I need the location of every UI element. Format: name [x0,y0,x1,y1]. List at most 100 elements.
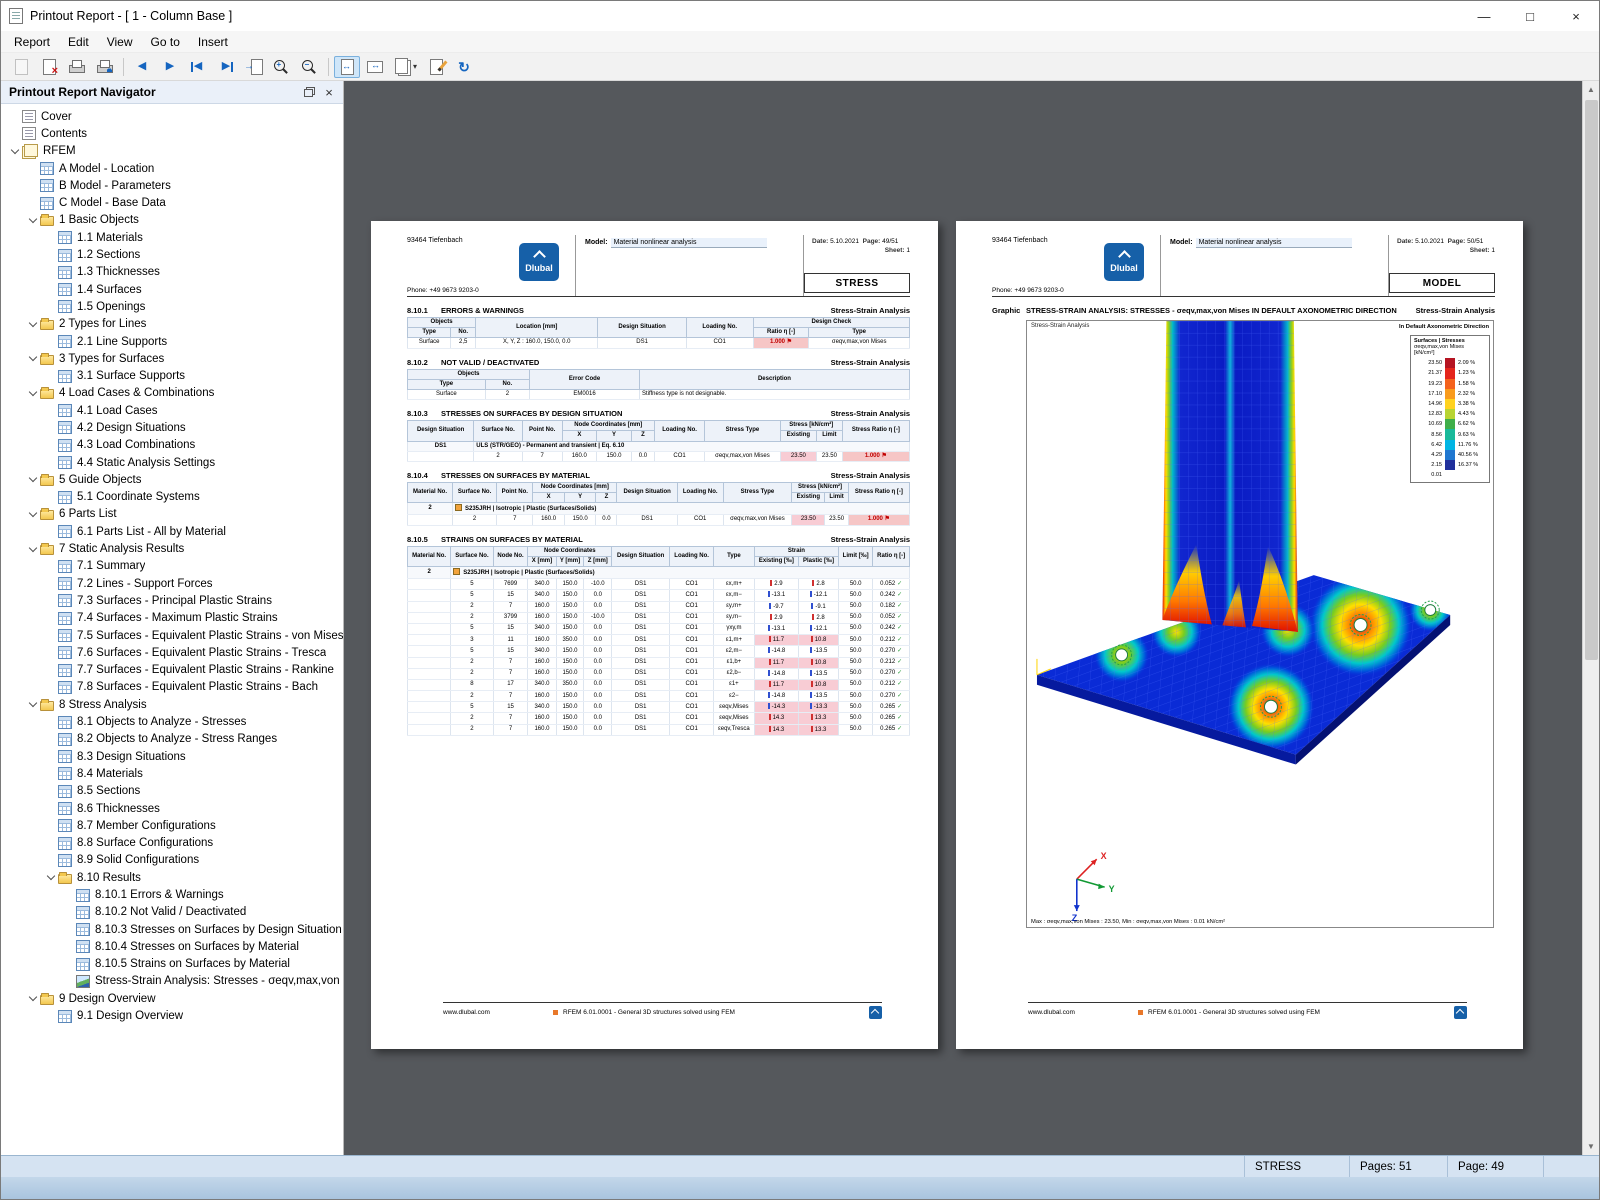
tree-item-not-valid-deactivated[interactable]: 8.10.2 Not Valid / Deactivated [1,904,343,921]
tree-item-parts-list-all[interactable]: 6.1 Parts List - All by Material [1,523,343,540]
page-view-button[interactable]: ▾ [390,56,421,78]
fit-page-button[interactable] [334,55,360,78]
tree-item-load-cases[interactable]: 4.1 Load Cases [1,402,343,419]
tree-item-design-overview[interactable]: 9 Design Overview [1,990,343,1007]
folder-icon [40,508,54,521]
first-page-button[interactable]: ◀ [185,56,211,78]
dropdown-caret[interactable]: ▾ [413,62,417,71]
expander-icon[interactable] [43,876,58,879]
tree-item-stresses-by-material[interactable]: 8.10.4 Stresses on Surfaces by Material [1,938,343,955]
minimize-button[interactable]: — [1461,1,1507,31]
edit-header-button[interactable] [423,56,449,78]
menu-goto[interactable]: Go to [142,33,189,51]
close-button[interactable]: × [1553,1,1599,31]
tree-item-sections-1-2[interactable]: 1.2 Sections [1,246,343,263]
menu-edit[interactable]: Edit [59,33,98,51]
tree-item-thicknesses-1-3[interactable]: 1.3 Thicknesses [1,264,343,281]
expander-icon[interactable] [25,219,40,222]
tree-item-a-model-location[interactable]: A Model - Location [1,160,343,177]
fit-width-button[interactable] [362,56,388,78]
tree-item-materials-8-4[interactable]: 8.4 Materials [1,765,343,782]
expander-icon[interactable] [25,548,40,551]
tree-item-stresses-by-design-situation[interactable]: 8.10.3 Stresses on Surfaces by Design Si… [1,921,343,938]
tree-item-static-analysis-results[interactable]: 7 Static Analysis Results [1,540,343,557]
tree-item-load-combinations[interactable]: 4.3 Load Combinations [1,437,343,454]
tree-item-eq-plastic-rankine[interactable]: 7.7 Surfaces - Equivalent Plastic Strain… [1,662,343,679]
tree-item-c-model-base-data[interactable]: C Model - Base Data [1,194,343,211]
tree-item-errors-warnings[interactable]: 8.10.1 Errors & Warnings [1,886,343,903]
previous-page-button[interactable]: ◀ [129,56,155,78]
tree-item-surface-supports[interactable]: 3.1 Surface Supports [1,367,343,384]
scroll-up-button[interactable]: ▲ [1583,81,1600,98]
menu-report[interactable]: Report [5,33,59,51]
table-icon [58,335,72,348]
tree-item-surfaces-1-4[interactable]: 1.4 Surfaces [1,281,343,298]
new-report-button[interactable] [8,56,34,78]
tree-item-surface-configurations[interactable]: 8.8 Surface Configurations [1,834,343,851]
last-page-button[interactable]: ▶ [213,56,239,78]
scroll-down-button[interactable]: ▼ [1583,1138,1600,1155]
zoom-in-button[interactable]: + [269,56,295,78]
tree-item-basic-objects[interactable]: 1 Basic Objects [1,212,343,229]
tree-item-openings[interactable]: 1.5 Openings [1,298,343,315]
tree-item-line-supports[interactable]: 2.1 Line Supports [1,333,343,350]
menu-view[interactable]: View [98,33,142,51]
expander-icon[interactable] [25,997,40,1000]
tree-item-design-situations-8-3[interactable]: 8.3 Design Situations [1,748,343,765]
tree-item-results[interactable]: 8.10 Results [1,869,343,886]
tree-item-strains-by-material[interactable]: 8.10.5 Strains on Surfaces by Material [1,956,343,973]
tree-item-maximum-plastic-strains[interactable]: 7.4 Surfaces - Maximum Plastic Strains [1,610,343,627]
tree-item-b-model-parameters[interactable]: B Model - Parameters [1,177,343,194]
expander-icon[interactable] [25,392,40,395]
expander-icon[interactable] [25,513,40,516]
float-panel-button[interactable] [299,83,319,101]
tree-item-design-situations-4-2[interactable]: 4.2 Design Situations [1,419,343,436]
maximize-button[interactable]: □ [1507,1,1553,31]
tree-item-types-for-lines[interactable]: 2 Types for Lines [1,316,343,333]
print-setup-button[interactable] [92,56,118,78]
tree-item-types-for-surfaces[interactable]: 3 Types for Surfaces [1,350,343,367]
preview-area: 93464 Tiefenbach Dlubal Phone: +49 9673 … [344,81,1599,1155]
tree-item-cover[interactable]: Cover [1,108,343,125]
tree-item-load-cases-combinations[interactable]: 4 Load Cases & Combinations [1,385,343,402]
tree-item-eq-plastic-bach[interactable]: 7.8 Surfaces - Equivalent Plastic Strain… [1,679,343,696]
expander-icon[interactable] [25,478,40,481]
tree-item-parts-list[interactable]: 6 Parts List [1,506,343,523]
menu-insert[interactable]: Insert [189,33,237,51]
tree-item-stress-analysis[interactable]: 8 Stress Analysis [1,696,343,713]
tree-item-contents[interactable]: Contents [1,125,343,142]
go-to-page-button[interactable]: → [241,56,267,78]
tree-item-objects-stresses[interactable]: 8.1 Objects to Analyze - Stresses [1,713,343,730]
tree-item-label: 1.4 Surfaces [77,283,142,296]
refresh-button[interactable]: ↻ [451,56,477,78]
next-page-button[interactable]: ▶ [157,56,183,78]
tree-item-lines-support-forces[interactable]: 7.2 Lines - Support Forces [1,575,343,592]
tree-item-guide-objects[interactable]: 5 Guide Objects [1,471,343,488]
tree-item-eq-plastic-von-mises[interactable]: 7.5 Surfaces - Equivalent Plastic Strain… [1,627,343,644]
tree-item-coordinate-systems[interactable]: 5.1 Coordinate Systems [1,489,343,506]
tree-item-sections-8-5[interactable]: 8.5 Sections [1,783,343,800]
expander-icon[interactable] [25,323,40,326]
close-panel-button[interactable]: × [319,83,339,101]
tree-item-stress-strain-graphic[interactable]: Stress-Strain Analysis: Stresses - σeqv,… [1,973,343,990]
tree-item-eq-plastic-tresca[interactable]: 7.6 Surfaces - Equivalent Plastic Strain… [1,644,343,661]
tree-item-summary[interactable]: 7.1 Summary [1,558,343,575]
scrollbar-thumb[interactable] [1584,100,1598,660]
tree-item-objects-stress-ranges[interactable]: 8.2 Objects to Analyze - Stress Ranges [1,731,343,748]
refresh-icon: ↻ [458,58,470,75]
expander-icon[interactable] [25,357,40,360]
tree-item-thicknesses-8-6[interactable]: 8.6 Thicknesses [1,800,343,817]
tree-item-solid-configurations[interactable]: 8.9 Solid Configurations [1,852,343,869]
zoom-out-button[interactable]: − [297,56,323,78]
tree-item-design-overview-9-1[interactable]: 9.1 Design Overview [1,1007,343,1024]
delete-report-button[interactable] [36,56,62,78]
vertical-scrollbar[interactable]: ▲ ▼ [1582,81,1599,1155]
expander-icon[interactable] [7,150,22,153]
print-button[interactable] [64,56,90,78]
tree-item-static-analysis-settings[interactable]: 4.4 Static Analysis Settings [1,454,343,471]
tree-item-materials[interactable]: 1.1 Materials [1,229,343,246]
expander-icon[interactable] [25,703,40,706]
tree-item-member-configurations[interactable]: 8.7 Member Configurations [1,817,343,834]
tree-item-rfem[interactable]: RFEM [1,143,343,160]
tree-item-principal-plastic-strains[interactable]: 7.3 Surfaces - Principal Plastic Strains [1,592,343,609]
